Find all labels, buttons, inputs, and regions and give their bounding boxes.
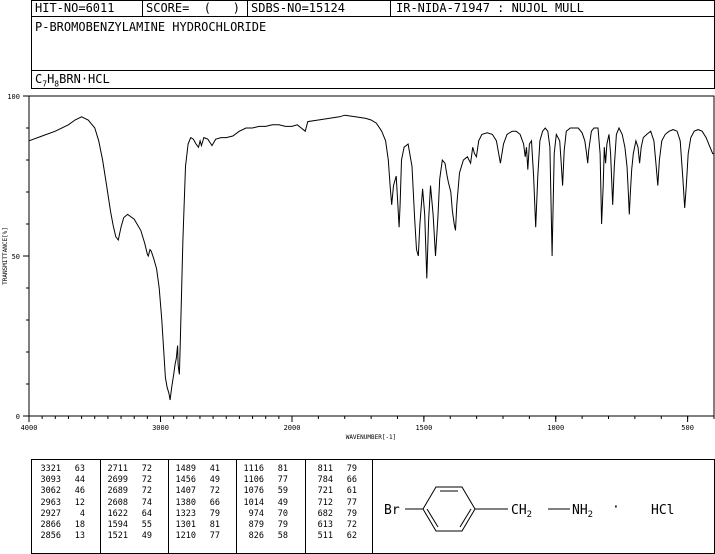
peak-transmittance: 77 [277,475,288,486]
peak-transmittance: 79 [209,508,220,519]
hcl-label: HCl [651,503,674,518]
peak-wavenumber: 2963 [40,497,61,508]
peak-wavenumber: 1076 [243,486,264,497]
peak-wavenumber: 1407 [175,486,196,497]
peak-wavenumber: 2699 [107,475,128,486]
peak-wavenumber: 3321 [40,464,61,474]
peak-wavenumber: 511 [317,531,333,542]
peak-transmittance: 72 [141,464,152,474]
peak-wavenumber: 3093 [40,475,61,486]
peak-wavenumber: 682 [317,508,333,519]
peak-wavenumber: 1106 [243,475,264,486]
x-tick-label: 1500 [415,424,432,432]
spectrum-line [28,114,714,401]
peak-transmittance: 61 [346,486,357,497]
peak-transmittance: 79 [346,464,357,474]
peak-transmittance: 81 [209,520,220,530]
peak-transmittance: 58 [277,531,288,542]
peak-wavenumber: 1521 [107,531,128,542]
peak-wavenumber: 2856 [40,531,61,542]
peak-transmittance: 74 [141,497,152,508]
peak-column-divider [168,459,169,553]
benzene-ring [422,486,476,532]
ch2-label: CH2 [511,503,532,520]
peak-transmittance: 44 [74,475,85,486]
peak-transmittance: 70 [277,508,288,519]
peak-wavenumber: 721 [317,486,333,497]
peak-transmittance: 77 [209,531,220,542]
peak-column-divider [100,459,101,553]
peak-wavenumber: 1323 [175,508,196,519]
nh2-label: NH2 [572,503,593,520]
peak-transmittance: 46 [74,486,85,497]
peak-transmittance: 81 [277,464,288,474]
x-tick-label: 2000 [284,424,301,432]
peak-transmittance: 63 [74,464,85,474]
peak-wavenumber: 2689 [107,486,128,497]
x-tick-label: 1000 [547,424,564,432]
peak-column-divider [305,459,306,553]
peak-wavenumber: 1014 [243,497,264,508]
salt-dot: · [612,500,620,515]
peak-transmittance: 49 [141,531,152,542]
peak-wavenumber: 1489 [175,464,196,474]
peak-transmittance: 66 [346,475,357,486]
y-tick-label: 50 [12,253,20,261]
peak-transmittance: 77 [346,497,357,508]
x-tick-label: 500 [681,424,694,432]
peak-column-divider [236,459,237,553]
peak-wavenumber: 2927 [40,508,61,519]
x-tick-label: 4000 [21,424,38,432]
y-tick-label: 100 [7,93,20,101]
peak-wavenumber: 1301 [175,520,196,530]
peak-wavenumber: 3062 [40,486,61,497]
peak-transmittance: 72 [346,520,357,530]
peak-transmittance: 72 [141,475,152,486]
peak-wavenumber: 2608 [107,497,128,508]
peak-wavenumber: 1594 [107,520,128,530]
peak-transmittance: 66 [209,497,220,508]
peak-transmittance: 55 [141,520,152,530]
peak-transmittance: 4 [79,508,85,519]
plot-frame [28,95,715,417]
peak-wavenumber: 2711 [107,464,128,474]
peak-wavenumber: 613 [317,520,333,530]
peak-transmittance: 72 [209,486,220,497]
peak-wavenumber: 811 [317,464,333,474]
peak-transmittance: 79 [277,520,288,530]
x-tick-label: 3000 [152,424,169,432]
peak-wavenumber: 1456 [175,475,196,486]
peak-wavenumber: 784 [317,475,333,486]
peak-transmittance: 72 [141,486,152,497]
peak-transmittance: 13 [74,531,85,542]
y-tick-label: 0 [16,413,20,421]
peak-wavenumber: 1116 [243,464,264,474]
peak-wavenumber: 879 [248,520,264,530]
peak-wavenumber: 1622 [107,508,128,519]
peak-wavenumber: 1210 [175,531,196,542]
peak-transmittance: 59 [277,486,288,497]
peak-wavenumber: 2866 [40,520,61,530]
bromine-label: Br [384,503,400,518]
peak-transmittance: 49 [209,475,220,486]
peak-transmittance: 62 [346,531,357,542]
peak-transmittance: 41 [209,464,220,474]
peak-wavenumber: 826 [248,531,264,542]
structure-diagram: Br CH2 NH2 · HCl [384,486,674,532]
x-axis-label: WAVENUMBER[-1] [346,434,397,441]
peak-transmittance: 49 [277,497,288,508]
y-axis-label: TRANSMITTANCE[%] [2,227,9,285]
peak-transmittance: 64 [141,508,152,519]
peak-wavenumber: 712 [317,497,333,508]
peak-wavenumber: 1380 [175,497,196,508]
peak-transmittance: 12 [74,497,85,508]
peak-wavenumber: 974 [248,508,264,519]
ir-spectrum-chart: 4000 3000 2000 1500 1000 500 0 50 100 TRANSMITTA… [2,93,715,441]
peak-transmittance: 18 [74,520,85,530]
peak-transmittance: 79 [346,508,357,519]
